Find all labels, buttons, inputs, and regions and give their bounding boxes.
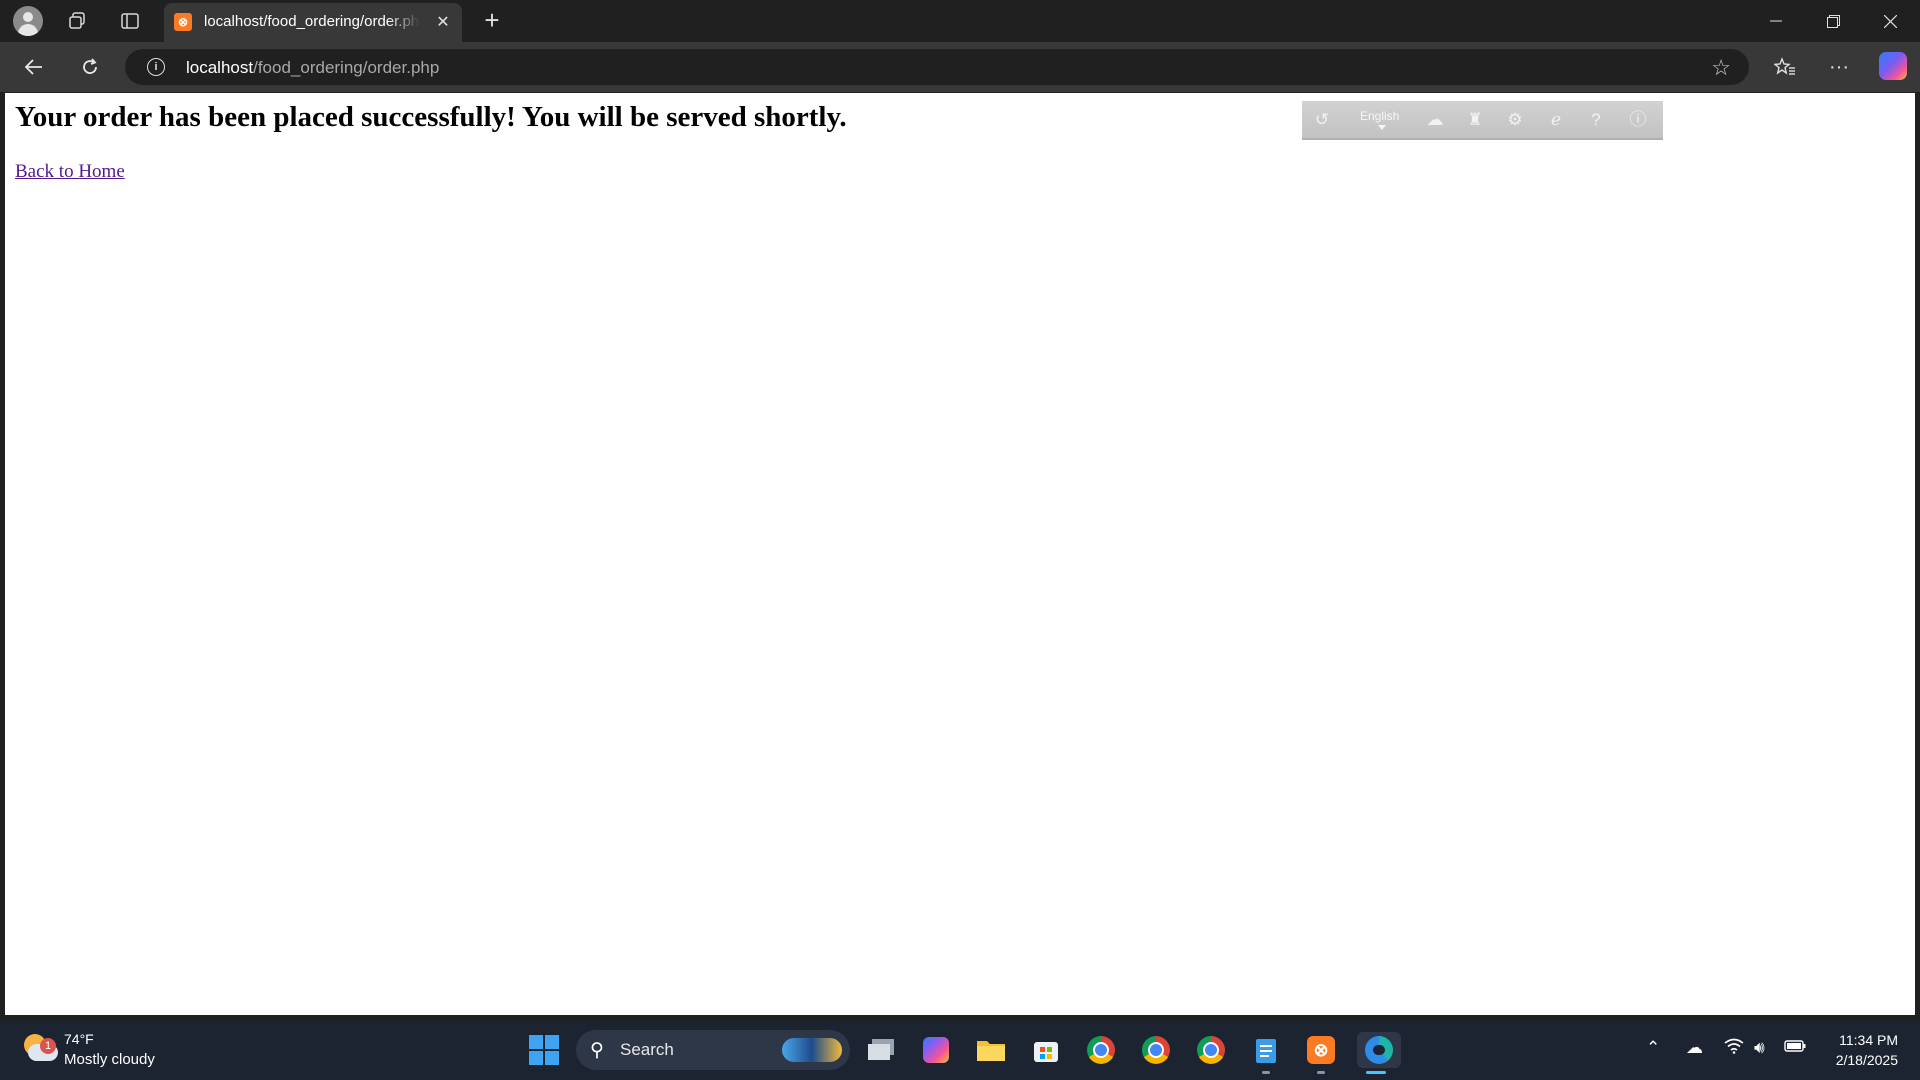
chrome-profile-2-icon[interactable] <box>1193 1032 1229 1068</box>
windows-start-icon[interactable] <box>529 1035 559 1065</box>
language-selector[interactable]: English <box>1360 109 1399 123</box>
chevron-down-icon <box>1378 125 1386 130</box>
file-explorer-icon[interactable] <box>973 1032 1009 1068</box>
extension-toolbar: ↺ English ☁ ♜ ⚙ ℯ ? ⓘ <box>1302 101 1663 140</box>
back-to-home-link[interactable]: Back to Home <box>15 161 125 183</box>
gear-icon[interactable]: ⚙ <box>1505 110 1525 130</box>
system-clock[interactable]: 11:34 PM 2/18/2025 <box>1822 1030 1898 1070</box>
copilot-icon[interactable] <box>1879 52 1907 80</box>
tab-bar: ⊗ localhost/food_ordering/order.php ✕ + <box>0 0 1920 42</box>
onedrive-icon[interactable]: ☁ <box>1686 1038 1703 1058</box>
profile-avatar[interactable] <box>13 6 43 36</box>
task-view-icon[interactable] <box>863 1032 899 1068</box>
info-icon[interactable]: ⓘ <box>1628 110 1648 130</box>
show-hidden-icons-icon[interactable]: ⌃ <box>1646 1038 1660 1058</box>
weather-widget-icon[interactable]: 1 <box>22 1032 58 1064</box>
order-success-heading: Your order has been placed successfully!… <box>15 101 847 133</box>
swirl-logo-icon[interactable]: ↺ <box>1312 110 1332 130</box>
search-label: Search <box>620 1040 674 1059</box>
help-icon[interactable]: ? <box>1586 110 1606 130</box>
url-host: localhost <box>186 58 254 77</box>
volume-icon[interactable]: 🔊︎ <box>1754 1038 1765 1058</box>
tab-title: localhost/food_ordering/order.php <box>204 13 420 30</box>
chrome-profile-icon[interactable] <box>1138 1032 1174 1068</box>
weather-condition[interactable]: Mostly cloudy <box>64 1051 155 1068</box>
favorites-icon[interactable] <box>1768 51 1802 83</box>
wifi-icon[interactable] <box>1724 1038 1744 1059</box>
chrome-icon[interactable] <box>1083 1032 1119 1068</box>
cloud-icon[interactable]: ☁ <box>1425 110 1445 130</box>
weather-temperature[interactable]: 74°F <box>64 1031 94 1047</box>
workspaces-icon[interactable] <box>63 7 91 35</box>
battery-icon[interactable] <box>1784 1038 1806 1058</box>
url-path: /food_ordering/order.php <box>253 58 440 77</box>
copilot-app-icon[interactable] <box>918 1032 954 1068</box>
page-viewport: Your order has been placed successfully!… <box>5 93 1915 1015</box>
notepad-icon[interactable] <box>1248 1032 1284 1068</box>
vertical-tabs-icon[interactable] <box>116 7 144 35</box>
weather-badge: 1 <box>40 1038 56 1054</box>
favorite-star-icon[interactable]: ☆ <box>1711 55 1731 81</box>
new-tab-button[interactable]: + <box>478 7 506 35</box>
close-tab-icon[interactable]: ✕ <box>432 11 454 33</box>
xampp-icon: ⊗ <box>174 13 192 31</box>
active-indicator <box>1366 1071 1386 1074</box>
search-icon: ⚲ <box>590 1040 604 1061</box>
running-indicator <box>1317 1071 1325 1074</box>
running-indicator <box>1262 1071 1270 1074</box>
search-highlight-image <box>782 1038 842 1062</box>
restore-button[interactable] <box>1805 0 1861 42</box>
browser-toolbar: i localhost/food_ordering/order.php ☆ ··… <box>0 42 1920 92</box>
taskbar-search-box[interactable]: ⚲ Search <box>576 1030 850 1070</box>
clock-date: 2/18/2025 <box>1835 1052 1898 1068</box>
back-button[interactable] <box>17 51 51 83</box>
browser-tab-active[interactable]: ⊗ localhost/food_ordering/order.php ✕ <box>164 3 462 42</box>
xampp-app-icon[interactable]: ⊗ <box>1303 1032 1339 1068</box>
internet-explorer-icon[interactable]: ℯ <box>1546 110 1566 130</box>
more-menu-icon[interactable]: ··· <box>1822 51 1856 83</box>
edge-icon[interactable] <box>1357 1032 1401 1068</box>
clock-time: 11:34 PM <box>1839 1032 1898 1048</box>
close-window-button[interactable] <box>1862 0 1918 42</box>
site-info-icon[interactable]: i <box>147 58 165 76</box>
microsoft-store-icon[interactable] <box>1028 1032 1064 1068</box>
taskbar: 1 74°F Mostly cloudy ⚲ Search ⊗ ⌃ ☁ 🔊︎ 1… <box>0 1021 1920 1080</box>
refresh-button[interactable] <box>73 51 107 83</box>
minimize-button[interactable] <box>1748 0 1804 42</box>
url-text[interactable]: localhost/food_ordering/order.php <box>186 58 439 78</box>
address-bar[interactable]: i localhost/food_ordering/order.php ☆ <box>125 49 1749 85</box>
chess-piece-icon[interactable]: ♜ <box>1465 110 1485 130</box>
